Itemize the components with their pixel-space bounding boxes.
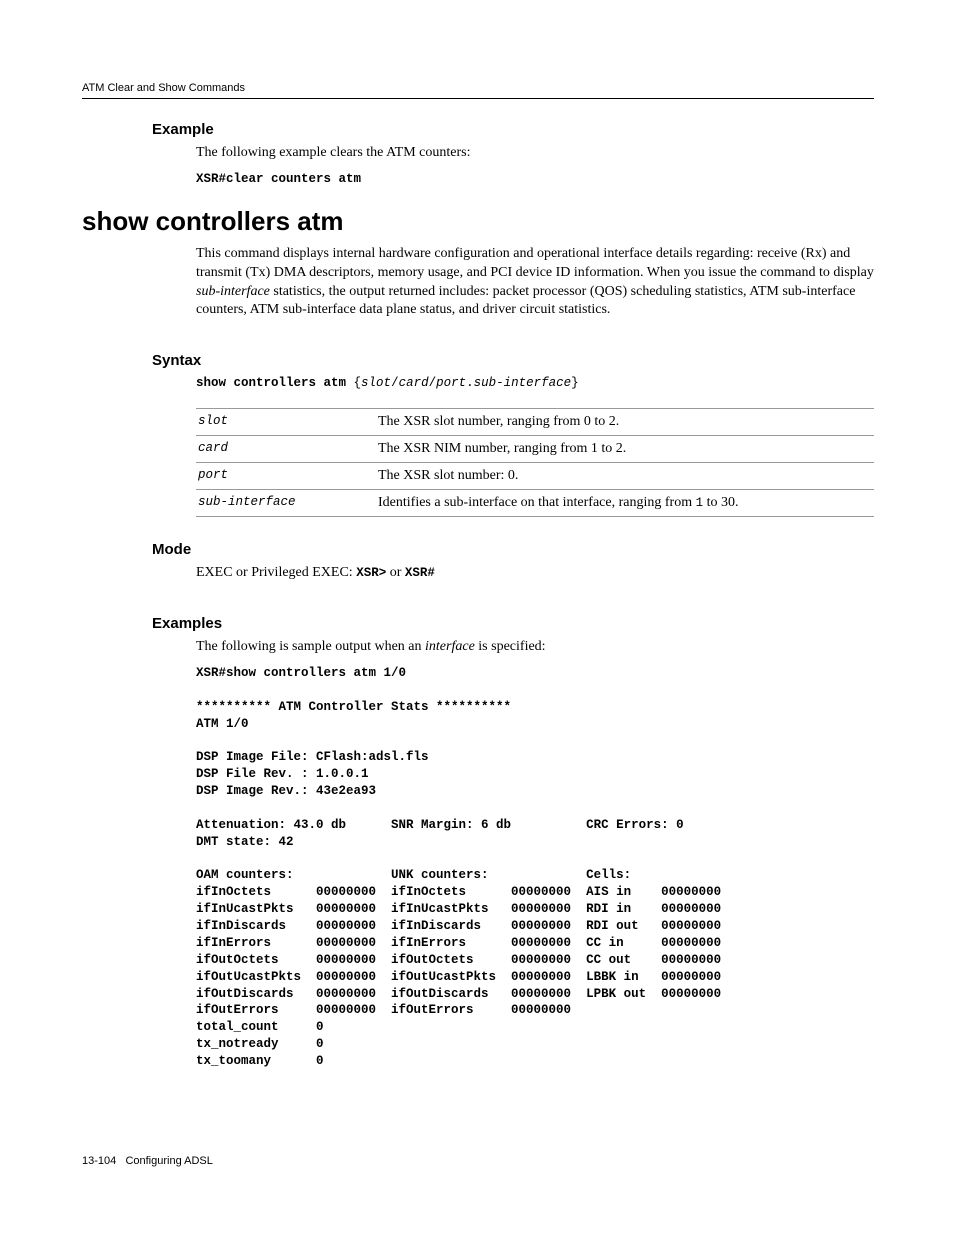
heading-examples: Examples — [152, 615, 874, 632]
param-desc: The XSR slot number: 0. — [376, 463, 874, 490]
param-desc: The XSR NIM number, ranging from 1 to 2. — [376, 436, 874, 463]
param-name: sub-interface — [196, 490, 376, 517]
param-name: slot — [196, 409, 376, 436]
page-footer: 13-104 Configuring ADSL — [82, 1155, 213, 1167]
syntax-line: show controllers atm {slot/card/port.sub… — [196, 375, 874, 392]
syntax-arg-subif: sub-interface — [474, 376, 572, 390]
heading-mode: Mode — [152, 541, 874, 558]
cmd-desc-pre: This command displays internal hardware … — [196, 246, 874, 280]
param-desc-pre: Identifies a sub-interface on that inter… — [378, 495, 692, 510]
example-code: XSR#clear counters atm — [196, 171, 874, 188]
footer-title: Configuring ADSL — [125, 1155, 212, 1167]
command-desc: This command displays internal hardware … — [196, 245, 874, 321]
examples-output: XSR#show controllers atm 1/0 ********** … — [196, 665, 874, 1070]
examples-intro-pre: The following is sample output when an — [196, 639, 425, 654]
param-desc-post: to 30. — [707, 495, 739, 510]
param-name: card — [196, 436, 376, 463]
cmd-desc-em: sub-interface — [196, 284, 270, 299]
table-row: port The XSR slot number: 0. — [196, 463, 874, 490]
table-row: sub-interface Identifies a sub-interface… — [196, 490, 874, 517]
table-row: card The XSR NIM number, ranging from 1 … — [196, 436, 874, 463]
mode-prompt1: XSR> — [356, 566, 386, 580]
param-name: port — [196, 463, 376, 490]
examples-intro-em: interface — [425, 639, 475, 654]
footer-page: 13-104 — [82, 1155, 116, 1167]
table-row: slot The XSR slot number, ranging from 0… — [196, 409, 874, 436]
syntax-cmd: show controllers atm — [196, 376, 346, 390]
mode-body: EXEC or Privileged EXEC: — [196, 565, 356, 580]
mode-text: EXEC or Privileged EXEC: XSR> or XSR# — [196, 564, 874, 583]
params-table: slot The XSR slot number, ranging from 0… — [196, 408, 874, 517]
mode-prompt2: XSR# — [405, 566, 435, 580]
examples-intro-post: is specified: — [478, 639, 545, 654]
mode-or: or — [390, 565, 405, 580]
heading-example: Example — [152, 121, 874, 138]
example-intro: The following example clears the ATM cou… — [196, 144, 874, 163]
syntax-arg-card: card — [399, 376, 429, 390]
syntax-arg-port: port — [436, 376, 466, 390]
cmd-desc-post: statistics, the output returned includes… — [196, 284, 855, 318]
heading-syntax: Syntax — [152, 352, 874, 369]
param-desc-code: 1 — [696, 496, 704, 510]
param-desc: The XSR slot number, ranging from 0 to 2… — [376, 409, 874, 436]
running-header: ATM Clear and Show Commands — [82, 82, 874, 99]
syntax-arg-slot: slot — [361, 376, 391, 390]
examples-intro: The following is sample output when an i… — [196, 638, 874, 657]
command-title: show controllers atm — [82, 206, 874, 237]
